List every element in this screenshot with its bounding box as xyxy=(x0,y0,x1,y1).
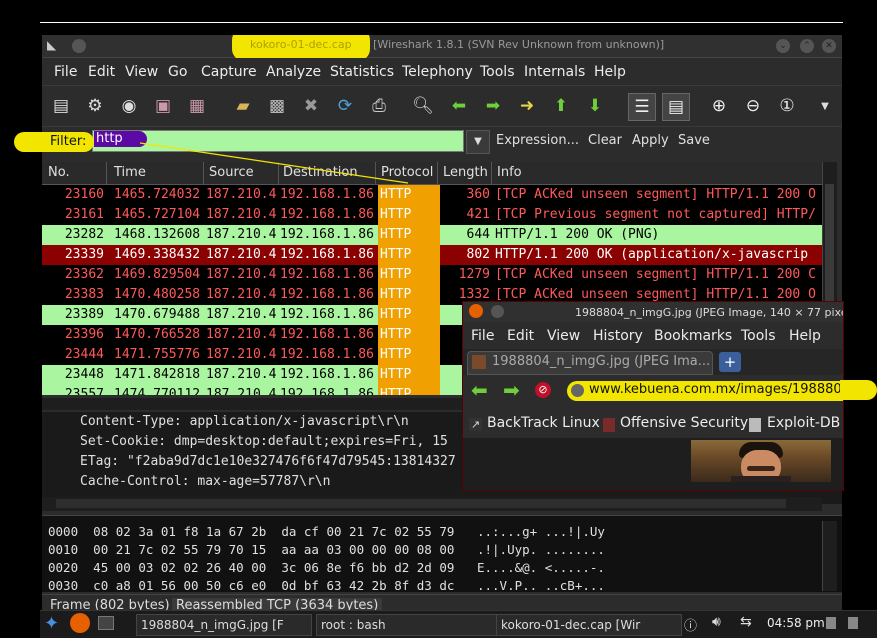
annotation-line xyxy=(139,142,409,184)
task-label: 1988804_n_imgG.jpg [F xyxy=(141,618,284,632)
tray-icon[interactable] xyxy=(848,617,858,629)
task-firefox[interactable]: 1988804_n_imgG.jpg [F xyxy=(136,614,312,636)
firefox-launcher-icon[interactable] xyxy=(70,613,90,633)
task-label: kokoro-01-dec.cap [Wir xyxy=(501,618,641,632)
network-icon[interactable]: ⇆ xyxy=(740,614,752,630)
info-icon[interactable]: ⓘ xyxy=(684,615,697,634)
kde-menu-icon[interactable]: ✦ xyxy=(44,613,59,634)
task-label: root : bash xyxy=(321,618,386,632)
task-bash[interactable]: root : bash xyxy=(316,614,498,636)
clock[interactable]: 04:58 pm xyxy=(767,616,825,630)
task-wireshark[interactable]: kokoro-01-dec.cap [Wir xyxy=(496,614,682,636)
tray-icon[interactable] xyxy=(826,617,836,629)
volume-icon[interactable]: 🔊︎ xyxy=(712,614,721,630)
terminal-launcher-icon[interactable] xyxy=(98,616,114,630)
taskbar: ✦ 1988804_n_imgG.jpg [F root : bash koko… xyxy=(40,610,877,638)
